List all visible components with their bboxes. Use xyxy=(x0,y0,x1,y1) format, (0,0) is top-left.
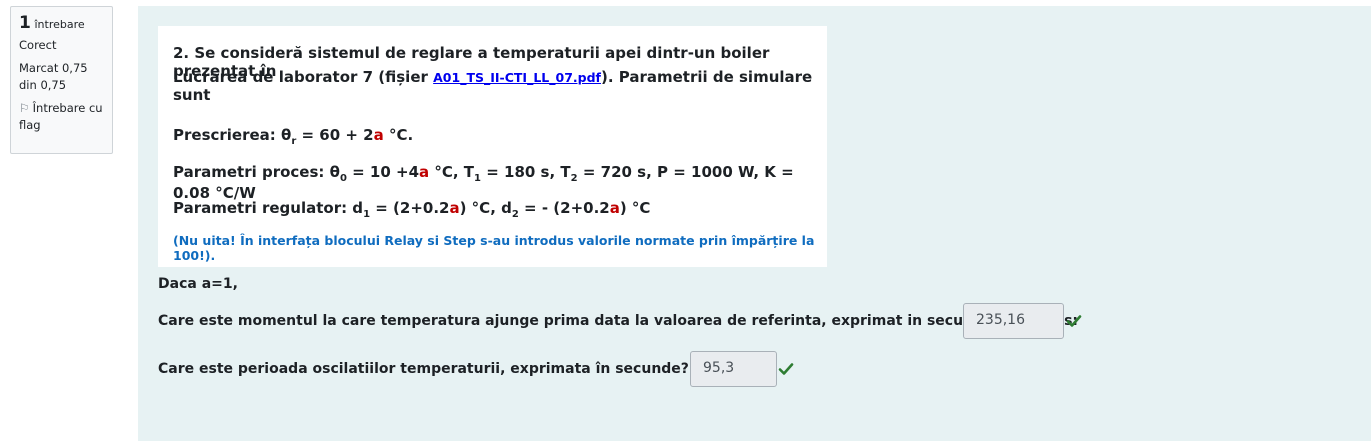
process-params-line: Parametri proces: θ0 = 10 +4a °C, T1 = 1… xyxy=(173,163,794,202)
question-2-text: Care este perioada oscilatiilor temperat… xyxy=(158,361,767,377)
problem-line-2: Lucrarea de laborator 7 (fișier A01_TS_I… xyxy=(173,68,813,104)
flag-icon: ⚐ xyxy=(19,101,30,115)
given-value: Daca a=1, xyxy=(158,276,238,292)
correct-check-icon xyxy=(1066,315,1082,327)
prescription-line: Prescrierea: θr = 60 + 2a °C. xyxy=(173,126,414,147)
question-state: Corect xyxy=(19,38,57,52)
question-content: 2. Se consideră sistemul de reglare a te… xyxy=(138,6,1371,441)
flag-question-link[interactable]: ⚐ Întrebare cu flag xyxy=(19,100,104,134)
problem-statement: 2. Se consideră sistemul de reglare a te… xyxy=(158,26,827,267)
correct-check-icon xyxy=(778,363,794,375)
question-grade: Marcat 0,75 din 0,75 xyxy=(19,61,88,92)
question-1-text: Care este momentul la care temperatura a… xyxy=(158,313,1078,329)
question-number: 1 întrebare xyxy=(19,13,85,33)
problem-note: (Nu uita! În interfața blocului Relay si… xyxy=(173,233,815,263)
flag-label: Întrebare cu flag xyxy=(19,101,103,132)
regulator-params-line: Parametri regulator: d1 = (2+0.2a) °C, d… xyxy=(173,199,651,220)
answer-1-input[interactable]: 235,16 xyxy=(963,303,1064,339)
question-info-panel: 1 întrebare Corect Marcat 0,75 din 0,75 … xyxy=(10,6,113,154)
answer-2-input[interactable]: 95,3 xyxy=(690,351,777,387)
lab-pdf-link[interactable]: A01_TS_II-CTI_LL_07.pdf xyxy=(433,70,601,85)
